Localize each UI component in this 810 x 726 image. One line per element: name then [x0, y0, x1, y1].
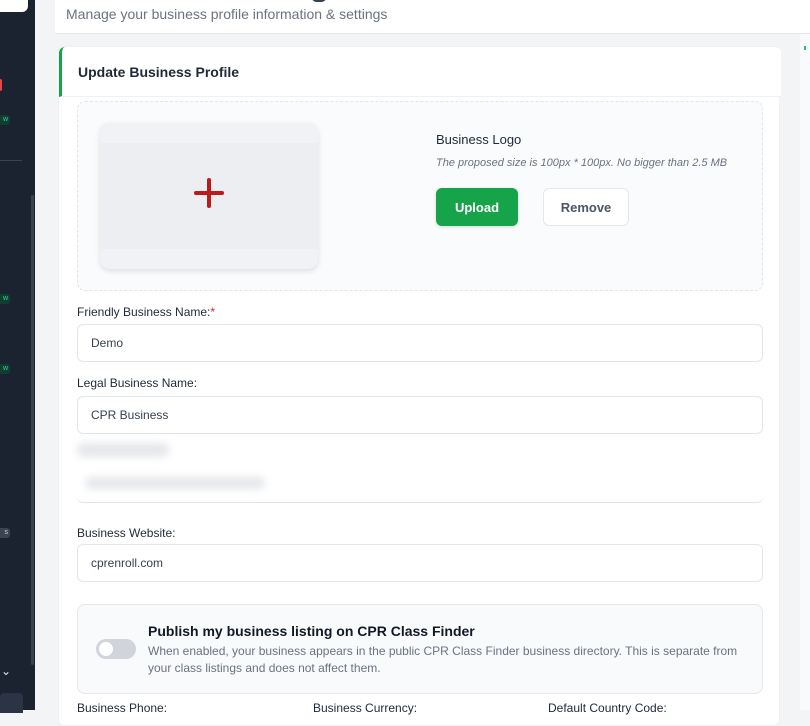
friendly-name-input[interactable] [77, 324, 763, 362]
logo-label: Business Logo [436, 132, 522, 147]
redacted-value [85, 477, 265, 489]
redacted-field [77, 437, 763, 503]
website-label: Business Website: [77, 526, 176, 540]
sidebar-top-element[interactable] [0, 0, 28, 12]
sidebar-item-active[interactable] [0, 693, 23, 713]
page-header: Manage your business profile information… [55, 0, 810, 34]
business-phone-label: Business Phone: [77, 701, 168, 715]
business-profile-card: Update Business Profile Business Logo Th… [58, 46, 781, 726]
logo-hint: The proposed size is 100px * 100px. No b… [436, 157, 728, 169]
friendly-name-label: Friendly Business Name:* [77, 305, 215, 319]
card-title: Update Business Profile [78, 64, 240, 80]
card-header: Update Business Profile [59, 47, 781, 97]
publish-description: When enabled, your business appears in t… [148, 644, 738, 675]
legal-name-input[interactable] [77, 396, 763, 434]
notification-dot [0, 79, 2, 91]
business-currency-label: Business Currency: [313, 701, 418, 715]
new-badge: w [0, 115, 10, 125]
sidebar-scrollbar[interactable] [31, 195, 34, 665]
logo-section: Business Logo The proposed size is 100px… [77, 101, 763, 291]
friendly-name-label-text: Friendly Business Name: [77, 305, 211, 319]
upload-button[interactable]: Upload [436, 188, 518, 226]
remove-button[interactable]: Remove [543, 188, 629, 226]
right-panel-accent [804, 46, 806, 50]
new-badge: w [0, 364, 10, 374]
website-input[interactable] [77, 544, 763, 582]
new-badge: w [0, 294, 10, 304]
logo-upload-tile[interactable] [100, 123, 318, 269]
redacted-label [77, 443, 169, 457]
default-country-code-label: Default Country Code: [548, 701, 667, 715]
legal-name-label: Legal Business Name: [77, 376, 198, 390]
right-panel [800, 34, 810, 710]
toggle-knob [99, 642, 113, 656]
sidebar-divider [0, 160, 22, 161]
chevron-down-icon[interactable]: ⌄ [1, 664, 13, 678]
publish-toggle[interactable] [96, 639, 136, 659]
required-marker: * [210, 305, 216, 319]
sidebar: w w w s ⌄ [0, 0, 35, 713]
publish-title: Publish my business listing on CPR Class… [148, 623, 475, 639]
count-badge: s [0, 528, 10, 538]
page-subtitle: Manage your business profile information… [66, 6, 388, 22]
publish-listing-box: Publish my business listing on CPR Class… [77, 604, 763, 694]
page-title [311, 0, 327, 2]
plus-icon [194, 178, 224, 208]
